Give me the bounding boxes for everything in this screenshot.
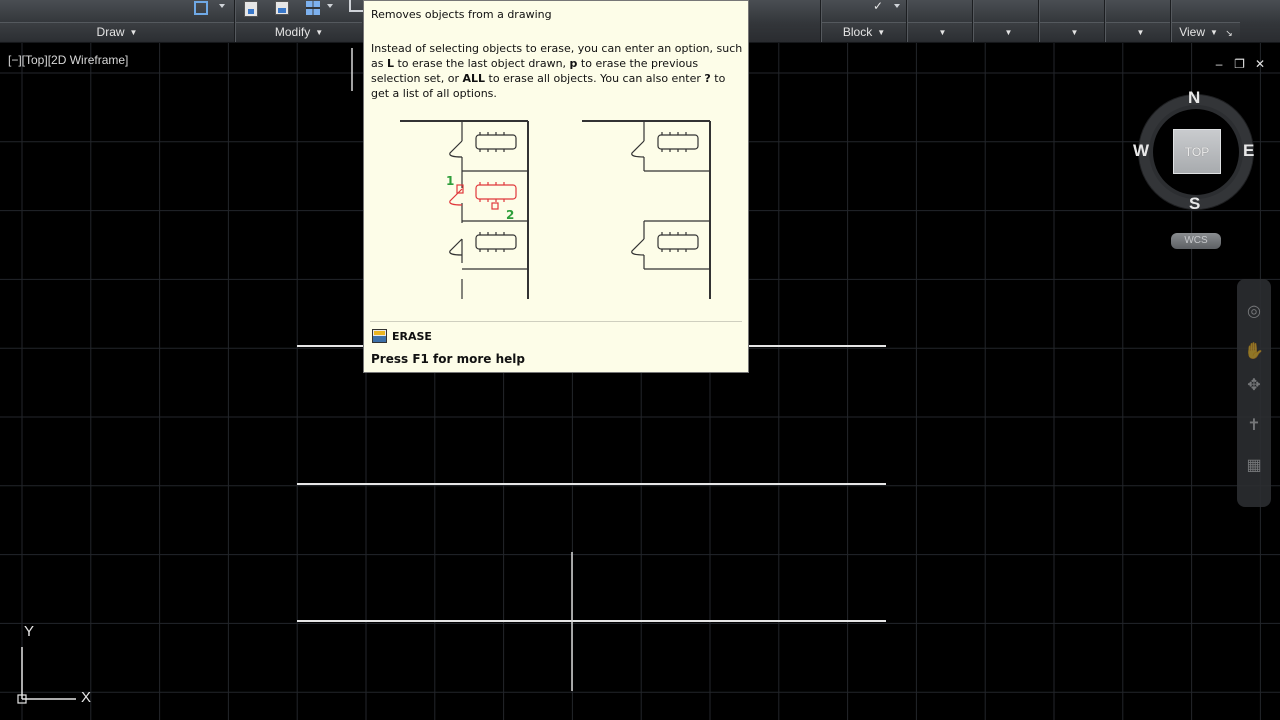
panel-divider bbox=[820, 0, 821, 42]
panel-divider bbox=[234, 0, 235, 42]
ucs-x-label: X bbox=[81, 689, 92, 706]
chevron-down-icon: ▼ bbox=[1004, 28, 1013, 37]
compass-west[interactable]: W bbox=[1133, 141, 1149, 161]
panel-divider bbox=[1038, 0, 1039, 42]
copy-tool-icon[interactable] bbox=[275, 1, 289, 15]
compass-east[interactable]: E bbox=[1243, 141, 1254, 161]
pan-hand-icon[interactable]: ✋ bbox=[1243, 341, 1265, 363]
viewport-label[interactable]: [−][Top][2D Wireframe] bbox=[8, 53, 128, 67]
tooltip-summary: Removes objects from a drawing bbox=[371, 8, 552, 21]
panel-block-label: Block bbox=[842, 25, 873, 39]
command-tooltip: Removes objects from a drawing Instead o… bbox=[363, 0, 749, 373]
pick-point-label-1: 1 bbox=[446, 174, 454, 188]
chevron-down-icon[interactable] bbox=[894, 4, 900, 8]
navigation-bar: ◎ ✋ ✥ ✝ ▦ bbox=[1237, 279, 1271, 507]
dialog-launcher-icon[interactable]: ↘ bbox=[1225, 28, 1233, 38]
close-icon[interactable]: ✕ bbox=[1252, 56, 1268, 72]
erase-command-icon bbox=[372, 329, 387, 343]
wcs-menu-button[interactable]: WCS bbox=[1171, 233, 1221, 249]
panel-collapsed-2[interactable]: ▼ bbox=[974, 22, 1038, 41]
compass-south[interactable]: S bbox=[1189, 194, 1200, 214]
chevron-down-icon[interactable] bbox=[327, 4, 333, 8]
tooltip-help-hint: Press F1 for more help bbox=[371, 352, 525, 366]
panel-divider bbox=[972, 0, 973, 42]
panel-collapsed-4[interactable]: ▼ bbox=[1106, 22, 1170, 41]
draw-tool-icon[interactable] bbox=[194, 1, 208, 15]
viewport-controls: ‒ ❐ ✕ bbox=[1211, 55, 1268, 73]
panel-divider bbox=[906, 0, 907, 42]
array-tool-icon[interactable] bbox=[306, 1, 320, 15]
panel-view-title[interactable]: View ▼ ↘ bbox=[1172, 22, 1240, 41]
move-tool-icon[interactable] bbox=[244, 1, 258, 17]
highlighted-office bbox=[449, 182, 517, 210]
pick-point-label-2: 2 bbox=[506, 208, 514, 222]
ucs-y-label: Y bbox=[24, 623, 35, 640]
zoom-extents-icon[interactable]: ✥ bbox=[1243, 375, 1265, 397]
viewcube[interactable]: N S E W TOP bbox=[1133, 88, 1254, 213]
panel-draw-title[interactable]: Draw ▼ bbox=[0, 22, 234, 41]
panel-view-label: View bbox=[1179, 25, 1205, 39]
steering-wheel-icon[interactable]: ◎ bbox=[1243, 301, 1265, 323]
erase-illustration: 1 2 bbox=[400, 120, 711, 299]
chevron-down-icon: ▼ bbox=[877, 28, 886, 37]
chevron-down-icon: ▼ bbox=[315, 28, 324, 37]
chevron-down-icon: ▼ bbox=[938, 28, 947, 37]
panel-draw-label: Draw bbox=[96, 25, 125, 39]
panel-divider bbox=[1170, 0, 1171, 42]
chevron-down-icon: ▼ bbox=[1209, 28, 1218, 37]
panel-modify-label: Modify bbox=[274, 25, 311, 39]
tooltip-divider bbox=[370, 321, 742, 322]
ucs-icon: Y X bbox=[14, 623, 104, 709]
restore-icon[interactable]: ❐ bbox=[1232, 56, 1248, 72]
after-plan bbox=[582, 120, 711, 299]
tooltip-command-name: ERASE bbox=[392, 330, 432, 343]
panel-collapsed-3[interactable]: ▼ bbox=[1040, 22, 1104, 41]
chevron-down-icon: ▼ bbox=[1136, 28, 1145, 37]
panel-collapsed-1[interactable]: ▼ bbox=[908, 22, 972, 41]
panel-block-title[interactable]: Block ▼ bbox=[822, 22, 906, 41]
panel-divider bbox=[1104, 0, 1105, 42]
chevron-down-icon[interactable] bbox=[219, 4, 225, 8]
panel-modify-title[interactable]: Modify ▼ bbox=[236, 22, 362, 41]
chevron-down-icon: ▼ bbox=[1070, 28, 1079, 37]
tooltip-description: Instead of selecting objects to erase, y… bbox=[371, 42, 743, 100]
block-insert-icon[interactable]: ✓ bbox=[873, 0, 885, 12]
stretch-tool-icon[interactable] bbox=[349, 0, 363, 12]
viewcube-top-face[interactable]: TOP bbox=[1173, 129, 1221, 174]
chevron-down-icon: ▼ bbox=[129, 28, 138, 37]
minimize-icon[interactable]: ‒ bbox=[1211, 56, 1227, 72]
compass-north[interactable]: N bbox=[1188, 88, 1200, 108]
showmotion-icon[interactable]: ▦ bbox=[1243, 455, 1265, 477]
orbit-icon[interactable]: ✝ bbox=[1243, 415, 1265, 437]
